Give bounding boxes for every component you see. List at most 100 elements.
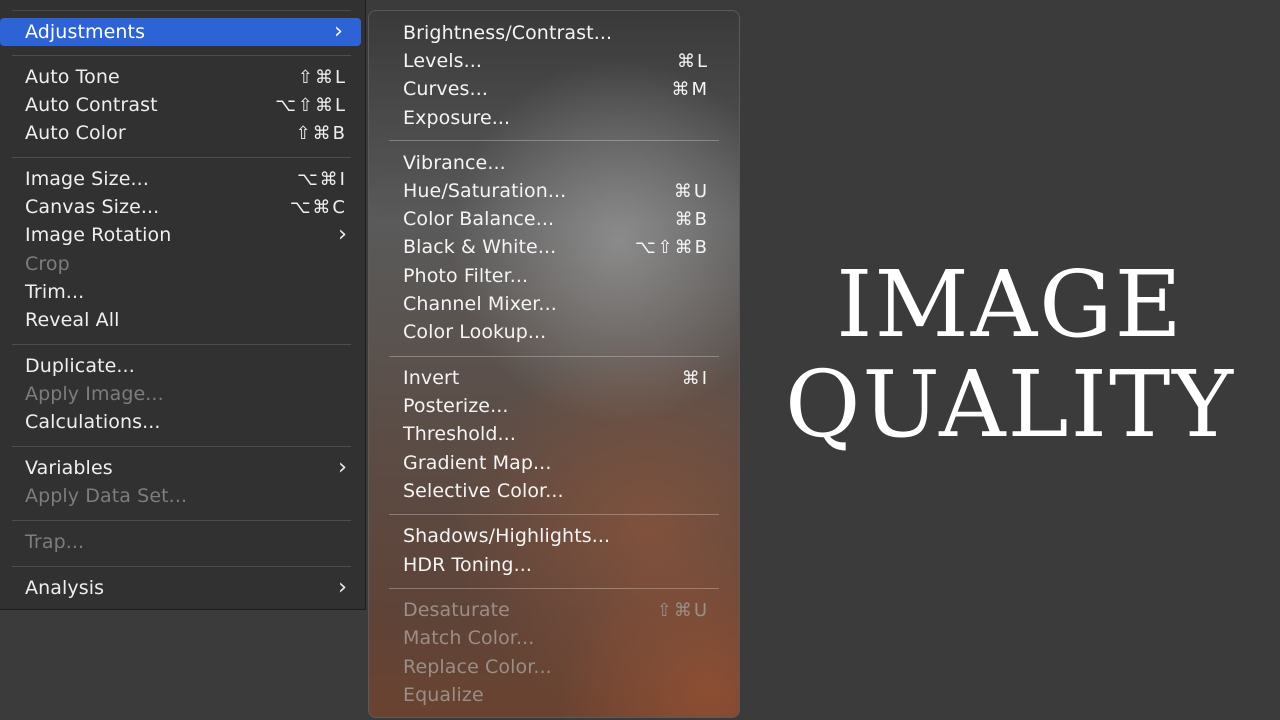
adjustments-submenu: Brightness/Contrast... Levels... ⌘L Curv… [368, 10, 740, 718]
menu-separator [12, 10, 351, 11]
menu-item-selective-color[interactable]: Selective Color... [369, 477, 739, 505]
menu-item-label: Equalize [403, 684, 484, 706]
menu-item-label: Trap... [25, 531, 85, 553]
menu-item-label: Match Color... [403, 627, 535, 649]
menu-item-label: Auto Color [25, 122, 126, 144]
menu-item-label: Trim... [25, 281, 85, 303]
menu-item-reveal-all[interactable]: Reveal All [0, 306, 365, 334]
menu-item-label: Curves... [403, 78, 488, 100]
menu-separator [389, 588, 719, 589]
menu-item-hue-saturation[interactable]: Hue/Saturation... ⌘U [369, 177, 739, 205]
menu-separator [389, 514, 719, 515]
menu-item-label: Levels... [403, 50, 483, 72]
menu-item-brightness-contrast[interactable]: Brightness/Contrast... [369, 19, 739, 47]
menu-separator [389, 140, 719, 141]
menu-item-label: Threshold... [403, 423, 516, 445]
menu-item-label: Posterize... [403, 395, 509, 417]
menu-item-levels[interactable]: Levels... ⌘L [369, 47, 739, 75]
menu-item-photo-filter[interactable]: Photo Filter... [369, 262, 739, 290]
menu-separator [12, 520, 351, 521]
menu-item-gradient-map[interactable]: Gradient Map... [369, 449, 739, 477]
menu-item-analysis[interactable]: Analysis › [0, 574, 365, 602]
menu-item-curves[interactable]: Curves... ⌘M [369, 75, 739, 103]
menu-item-label: Reveal All [25, 309, 120, 331]
menu-item-shortcut: ⌘B [674, 208, 709, 230]
menu-item-shortcut: ⇧⌘B [295, 122, 347, 144]
menu-separator [12, 446, 351, 447]
menu-item-shortcut: ⌥⇧⌘L [275, 94, 347, 116]
menu-item-label: Brightness/Contrast... [403, 22, 613, 44]
menu-item-equalize[interactable]: Equalize [369, 681, 739, 709]
menu-item-label: Photo Filter... [403, 265, 529, 287]
menu-item-label: Image Size... [25, 168, 149, 190]
menu-separator [389, 356, 719, 357]
menu-item-label: Crop [25, 253, 70, 275]
menu-item-shortcut: ⌥⇧⌘B [634, 236, 709, 258]
menu-item-hdr-toning[interactable]: HDR Toning... [369, 551, 739, 579]
menu-item-threshold[interactable]: Threshold... [369, 420, 739, 448]
menu-item-posterize[interactable]: Posterize... [369, 392, 739, 420]
menu-item-apply-data-set[interactable]: Apply Data Set... [0, 482, 365, 510]
menu-item-label: Variables [25, 457, 113, 479]
menu-item-label: Vibrance... [403, 152, 506, 174]
menu-separator [12, 55, 351, 56]
menu-separator [12, 566, 351, 567]
menu-item-duplicate[interactable]: Duplicate... [0, 352, 365, 380]
menu-item-auto-tone[interactable]: Auto Tone ⇧⌘L [0, 63, 365, 91]
menu-item-match-color[interactable]: Match Color... [369, 624, 739, 652]
menu-item-apply-image[interactable]: Apply Image... [0, 380, 365, 408]
title-line-2: QUALITY [784, 351, 1236, 458]
chevron-right-icon: › [338, 455, 347, 480]
menu-item-auto-color[interactable]: Auto Color ⇧⌘B [0, 119, 365, 147]
chevron-right-icon: › [338, 222, 347, 247]
menu-item-label: Invert [403, 367, 460, 389]
menu-item-label: Replace Color... [403, 656, 552, 678]
menu-item-color-balance[interactable]: Color Balance... ⌘B [369, 205, 739, 233]
menu-item-replace-color[interactable]: Replace Color... [369, 653, 739, 681]
menu-item-black-white[interactable]: Black & White... ⌥⇧⌘B [369, 233, 739, 261]
menu-item-canvas-size[interactable]: Canvas Size... ⌥⌘C [0, 193, 365, 221]
menu-item-shortcut: ⌥⌘I [296, 168, 347, 190]
menu-item-label: Apply Data Set... [25, 485, 188, 507]
menu-separator [12, 344, 351, 345]
menu-item-shortcut: ⌘L [676, 50, 709, 72]
menu-item-invert[interactable]: Invert ⌘I [369, 364, 739, 392]
menu-item-label: Duplicate... [25, 355, 135, 377]
menu-item-label: Gradient Map... [403, 452, 552, 474]
menu-item-label: Hue/Saturation... [403, 180, 567, 202]
menu-item-label: Selective Color... [403, 480, 564, 502]
menu-item-auto-contrast[interactable]: Auto Contrast ⌥⇧⌘L [0, 91, 365, 119]
screen: Adjustments › Auto Tone ⇧⌘L Auto Contras… [0, 0, 1280, 720]
image-menu: Adjustments › Auto Tone ⇧⌘L Auto Contras… [0, 0, 366, 610]
menu-item-desaturate[interactable]: Desaturate ⇧⌘U [369, 596, 739, 624]
menu-item-channel-mixer[interactable]: Channel Mixer... [369, 290, 739, 318]
menu-item-shortcut: ⌘I [681, 367, 709, 389]
menu-item-label: Auto Contrast [25, 94, 158, 116]
menu-item-variables[interactable]: Variables › [0, 454, 365, 482]
menu-item-label: Black & White... [403, 236, 557, 258]
menu-item-shortcut: ⇧⌘U [656, 599, 709, 621]
menu-item-label: Channel Mixer... [403, 293, 557, 315]
menu-item-calculations[interactable]: Calculations... [0, 408, 365, 436]
menu-item-image-size[interactable]: Image Size... ⌥⌘I [0, 165, 365, 193]
chevron-right-icon: › [338, 575, 347, 600]
menu-item-shortcut: ⌘M [671, 78, 709, 100]
menu-item-exposure[interactable]: Exposure... [369, 104, 739, 132]
menu-item-label: Exposure... [403, 107, 511, 129]
menu-item-color-lookup[interactable]: Color Lookup... [369, 318, 739, 346]
menu-item-label: Auto Tone [25, 66, 120, 88]
menu-item-trim[interactable]: Trim... [0, 278, 365, 306]
menu-item-trap[interactable]: Trap... [0, 528, 365, 556]
menu-item-label: Image Rotation [25, 224, 172, 246]
menu-item-label: Color Lookup... [403, 321, 547, 343]
menu-item-crop[interactable]: Crop [0, 250, 365, 278]
menu-item-label: Shadows/Highlights... [403, 525, 611, 547]
menu-item-label: HDR Toning... [403, 554, 533, 576]
chevron-right-icon: › [334, 19, 343, 44]
menu-item-vibrance[interactable]: Vibrance... [369, 149, 739, 177]
menu-item-adjustments[interactable]: Adjustments › [0, 18, 361, 46]
menu-item-label: Color Balance... [403, 208, 555, 230]
menu-item-label: Adjustments [25, 21, 146, 43]
menu-item-image-rotation[interactable]: Image Rotation › [0, 221, 365, 249]
menu-item-shadows-highlights[interactable]: Shadows/Highlights... [369, 522, 739, 550]
